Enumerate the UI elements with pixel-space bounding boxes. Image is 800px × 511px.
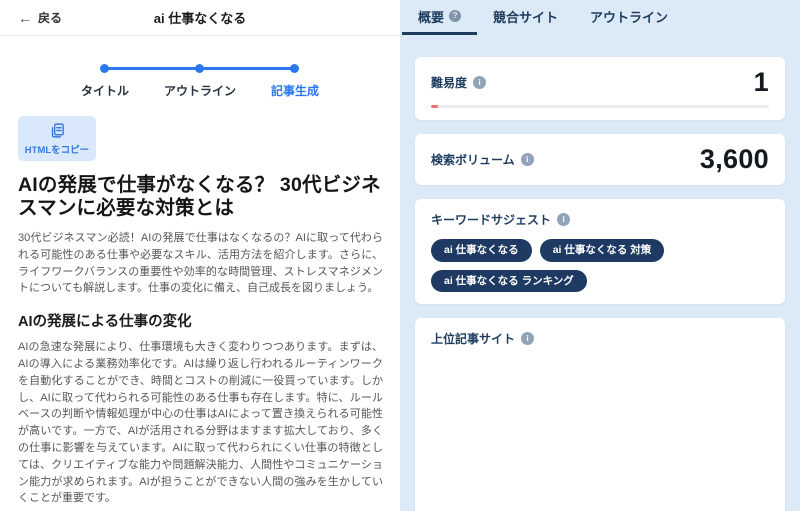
difficulty-card: 難易度 i 1	[415, 57, 785, 120]
stepper-dot-generate[interactable]	[290, 64, 299, 73]
keyword-pills: ai 仕事なくなる ai 仕事なくなる 対策 ai 仕事なくなる ランキング	[431, 239, 769, 292]
generated-article: AIの発展で仕事がなくなる？ 30代ビジネスマンに必要な対策とは 30代ビジネス…	[0, 174, 400, 511]
keyword-pill[interactable]: ai 仕事なくなる ランキング	[431, 269, 587, 292]
keyword-title: ai 仕事なくなる	[153, 11, 247, 26]
stepper-dot-outline[interactable]	[195, 64, 204, 73]
stepper-label-generate[interactable]: 記事生成	[271, 82, 319, 99]
tab-overview[interactable]: 概要 ?	[402, 0, 478, 35]
keyword-suggest-card: キーワードサジェスト i ai 仕事なくなる ai 仕事なくなる 対策 ai 仕…	[415, 199, 785, 304]
copy-html-button[interactable]: HTMLをコピー	[18, 116, 96, 161]
tab-overview-label: 概要	[418, 9, 445, 25]
keyword-pill[interactable]: ai 仕事なくなる	[431, 239, 532, 262]
search-volume-value: 3,600	[699, 144, 769, 174]
info-icon[interactable]: i	[520, 153, 534, 166]
search-volume-label: 検索ボリューム	[431, 153, 515, 167]
keyword-pill[interactable]: ai 仕事なくなる 対策	[539, 239, 665, 262]
article-intro: 30代ビジネスマン必読！AIの発展で仕事はなくなるの？AIに取って代わられる可能…	[18, 232, 383, 295]
difficulty-bar	[431, 105, 769, 108]
copy-html-label: HTMLをコピー	[24, 144, 90, 156]
info-icon[interactable]: i	[473, 76, 487, 89]
stepper-dot-title[interactable]	[100, 64, 109, 73]
info-icon[interactable]: i	[557, 213, 571, 226]
article-section-body: AIの急速な発展により、仕事環境も大きく変わりつつあります。まずは、AIの導入に…	[18, 341, 383, 505]
difficulty-label: 難易度	[431, 76, 468, 90]
back-label: 戻る	[38, 11, 63, 25]
article-pane: ← 戻る ai 仕事なくなる タイトル アウトライン 記事生成 HTMLをコピー…	[0, 0, 400, 511]
keyword-suggest-label: キーワードサジェスト	[431, 213, 552, 227]
info-icon[interactable]: i	[521, 332, 535, 345]
analysis-panel: 概要 ? 競合サイト アウトライン 難易度 i 1 検索ボリューム i 3,60…	[400, 0, 800, 511]
back-arrow-icon: ←	[18, 9, 32, 26]
tab-competitor-sites[interactable]: 競合サイト	[477, 0, 574, 35]
left-header: ← 戻る ai 仕事なくなる	[0, 0, 400, 36]
copy-icon	[49, 122, 66, 139]
keyword-suggest-label-row: キーワードサジェスト i	[431, 211, 769, 228]
difficulty-value: 1	[753, 67, 769, 97]
panel-tabs: 概要 ? 競合サイト アウトライン	[400, 0, 800, 35]
tab-outline-label: アウトライン	[590, 9, 669, 25]
search-volume-card: 検索ボリューム i 3,600	[415, 134, 785, 185]
difficulty-bar-fill	[431, 105, 438, 108]
stepper-label-title[interactable]: タイトル	[81, 82, 129, 99]
difficulty-label-row: 難易度 i	[431, 74, 487, 91]
tab-outline[interactable]: アウトライン	[574, 0, 684, 35]
back-button[interactable]: ← 戻る	[18, 0, 62, 35]
top-articles-card: 上位記事サイト i	[415, 318, 785, 511]
top-articles-label: 上位記事サイト	[431, 332, 516, 346]
article-title: AIの発展で仕事がなくなる？ 30代ビジネスマンに必要な対策とは	[18, 174, 381, 219]
search-volume-label-row: 検索ボリューム i	[431, 151, 534, 168]
article-section-heading: AIの発展による仕事の変化	[18, 314, 192, 331]
help-icon[interactable]: ?	[449, 10, 462, 22]
stepper-label-outline[interactable]: アウトライン	[164, 82, 236, 99]
progress-stepper: タイトル アウトライン 記事生成	[0, 36, 400, 108]
tab-competitor-label: 競合サイト	[493, 9, 559, 25]
app: ← 戻る ai 仕事なくなる タイトル アウトライン 記事生成 HTMLをコピー…	[0, 0, 800, 511]
top-articles-label-row: 上位記事サイト i	[431, 330, 769, 347]
